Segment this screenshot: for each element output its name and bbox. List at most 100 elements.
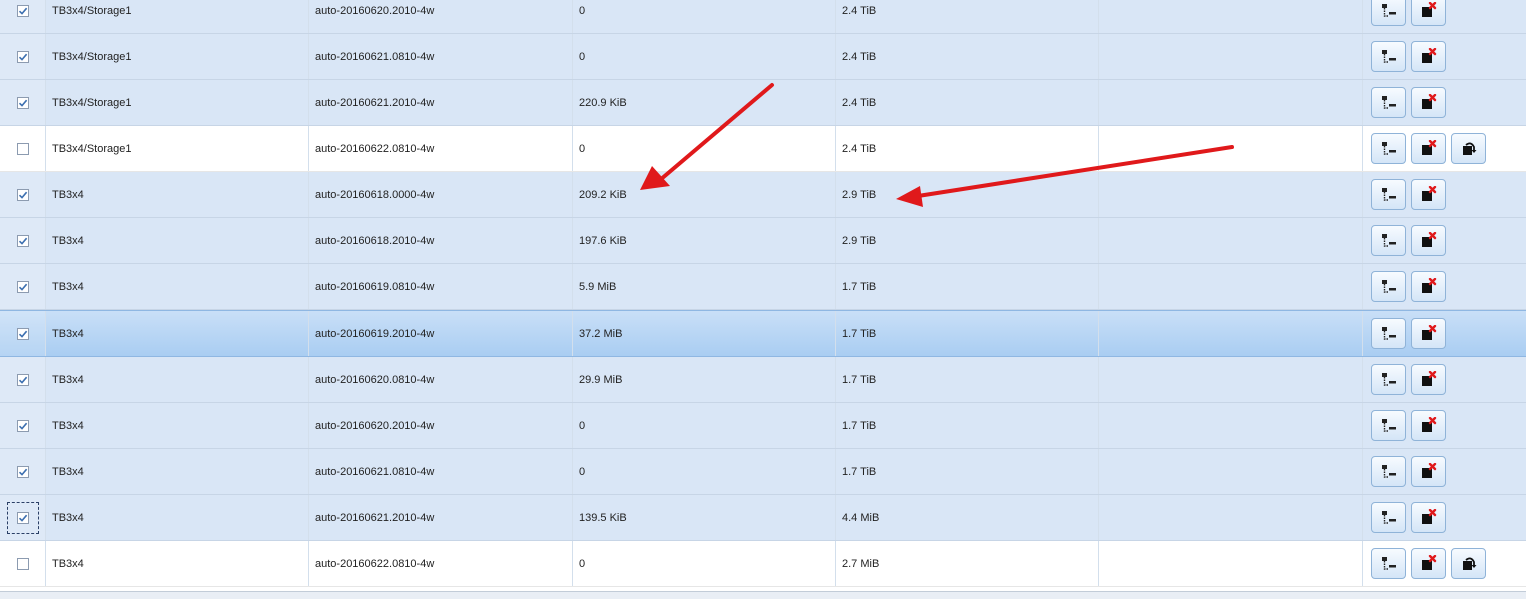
row-select-cell[interactable]	[0, 34, 46, 79]
row-checkbox[interactable]	[16, 373, 29, 386]
row-select-cell[interactable]	[0, 449, 46, 494]
used-value: 220.9 KiB	[579, 96, 627, 109]
dataset-name-cell: TB3x4	[46, 541, 309, 586]
row-select-cell[interactable]	[0, 403, 46, 448]
destroy-snapshot-button[interactable]	[1411, 410, 1446, 441]
row-select-cell[interactable]	[0, 0, 46, 33]
destroy-snapshot-button[interactable]	[1411, 318, 1446, 349]
refer-value-cell: 2.9 TiB	[836, 172, 1099, 217]
snapshot-name: auto-20160620.2010-4w	[315, 4, 435, 17]
clone-icon	[1380, 326, 1398, 342]
clone-icon	[1380, 418, 1398, 434]
table-row[interactable]: TB3x4 auto-20160621.2010-4w 139.5 KiB 4.4 M…	[0, 495, 1526, 541]
dataset-name-cell: TB3x4/Storage1	[46, 80, 309, 125]
table-row[interactable]: TB3x4/Storage1 auto-20160620.2010-4w 0 2.4 …	[0, 0, 1526, 34]
row-checkbox[interactable]	[16, 327, 29, 340]
clone-snapshot-button[interactable]	[1371, 179, 1406, 210]
destroy-snapshot-button[interactable]	[1411, 0, 1446, 26]
row-checkbox[interactable]	[16, 96, 29, 109]
clone-snapshot-button[interactable]	[1371, 271, 1406, 302]
row-select-cell[interactable]	[0, 541, 46, 586]
destroy-snapshot-button[interactable]	[1411, 364, 1446, 395]
table-row[interactable]: TB3x4 auto-20160619.0810-4w 5.9 MiB 1.7 TiB	[0, 264, 1526, 310]
table-row[interactable]: TB3x4 auto-20160620.2010-4w 0 1.7 TiB	[0, 403, 1526, 449]
clone-snapshot-button[interactable]	[1371, 318, 1406, 349]
row-select-cell[interactable]	[0, 218, 46, 263]
clone-snapshot-button[interactable]	[1371, 87, 1406, 118]
destroy-snapshot-button[interactable]	[1411, 133, 1446, 164]
row-select-cell[interactable]	[0, 311, 46, 356]
table-row[interactable]: TB3x4 auto-20160619.2010-4w 37.2 MiB 1.7 Ti…	[0, 310, 1526, 357]
destroy-icon	[1420, 508, 1438, 527]
row-actions	[1363, 495, 1526, 540]
row-checkbox[interactable]	[16, 188, 29, 201]
row-checkbox[interactable]	[16, 465, 29, 478]
destroy-snapshot-button[interactable]	[1411, 41, 1446, 72]
clone-snapshot-button[interactable]	[1371, 41, 1406, 72]
clone-snapshot-button[interactable]	[1371, 548, 1406, 579]
row-select-cell[interactable]	[0, 357, 46, 402]
used-value-cell: 139.5 KiB	[573, 495, 836, 540]
row-select-cell[interactable]	[0, 126, 46, 171]
destroy-snapshot-button[interactable]	[1411, 271, 1446, 302]
destroy-snapshot-button[interactable]	[1411, 456, 1446, 487]
row-checkbox[interactable]	[16, 557, 29, 570]
destroy-snapshot-button[interactable]	[1411, 225, 1446, 256]
row-checkbox[interactable]	[16, 280, 29, 293]
refer-value: 2.4 TiB	[842, 96, 877, 109]
table-row[interactable]: TB3x4/Storage1 auto-20160622.0810-4w 0 2.4 …	[0, 126, 1526, 172]
row-actions	[1363, 264, 1526, 309]
destroy-snapshot-button[interactable]	[1411, 502, 1446, 533]
snapshot-name-cell: auto-20160620.2010-4w	[309, 403, 573, 448]
clone-snapshot-button[interactable]	[1371, 0, 1406, 26]
clone-snapshot-button[interactable]	[1371, 225, 1406, 256]
clone-icon	[1380, 95, 1398, 111]
destroy-icon	[1420, 370, 1438, 389]
clone-snapshot-button[interactable]	[1371, 456, 1406, 487]
clone-snapshot-button[interactable]	[1371, 133, 1406, 164]
table-row[interactable]: TB3x4 auto-20160621.0810-4w 0 1.7 TiB	[0, 449, 1526, 495]
row-select-cell[interactable]	[0, 80, 46, 125]
used-value: 0	[579, 50, 586, 63]
dataset-name-cell: TB3x4	[46, 357, 309, 402]
table-row[interactable]: TB3x4/Storage1 auto-20160621.2010-4w 220.9…	[0, 80, 1526, 126]
refer-value-cell: 1.7 TiB	[836, 403, 1099, 448]
row-checkbox[interactable]	[6, 501, 39, 534]
table-row[interactable]: TB3x4 auto-20160620.0810-4w 29.9 MiB 1.7 Ti…	[0, 357, 1526, 403]
used-value: 29.9 MiB	[579, 373, 623, 386]
destroy-snapshot-button[interactable]	[1411, 179, 1446, 210]
table-row[interactable]: TB3x4 auto-20160618.2010-4w 197.6 KiB 2.9 T…	[0, 218, 1526, 264]
destroy-icon	[1420, 554, 1438, 573]
row-select-cell[interactable]	[0, 495, 46, 540]
destroy-snapshot-button[interactable]	[1411, 87, 1446, 118]
table-row[interactable]: TB3x4 auto-20160618.0000-4w 209.2 KiB 2.9 T…	[0, 172, 1526, 218]
horizontal-scrollbar[interactable]	[0, 591, 1526, 599]
empty-cell	[1099, 34, 1363, 79]
rollback-snapshot-button[interactable]	[1451, 548, 1486, 579]
dataset-name-cell: TB3x4/Storage1	[46, 126, 309, 171]
row-checkbox[interactable]	[16, 142, 29, 155]
row-actions	[1363, 403, 1526, 448]
row-actions	[1363, 80, 1526, 125]
row-checkbox[interactable]	[16, 234, 29, 247]
used-value: 209.2 KiB	[579, 188, 627, 201]
table-row[interactable]: TB3x4/Storage1 auto-20160621.0810-4w 0 2.4 …	[0, 34, 1526, 80]
row-checkbox[interactable]	[16, 50, 29, 63]
refer-value-cell: 2.4 TiB	[836, 34, 1099, 79]
destroy-snapshot-button[interactable]	[1411, 548, 1446, 579]
clone-snapshot-button[interactable]	[1371, 364, 1406, 395]
empty-cell	[1099, 311, 1363, 356]
clone-snapshot-button[interactable]	[1371, 410, 1406, 441]
row-checkbox[interactable]	[16, 4, 29, 17]
table-row[interactable]: TB3x4 auto-20160622.0810-4w 0 2.7 MiB	[0, 541, 1526, 587]
snapshot-name-cell: auto-20160620.2010-4w	[309, 0, 573, 33]
empty-cell	[1099, 80, 1363, 125]
clone-snapshot-button[interactable]	[1371, 502, 1406, 533]
rollback-snapshot-button[interactable]	[1451, 133, 1486, 164]
refer-value-cell: 2.7 MiB	[836, 541, 1099, 586]
row-checkbox[interactable]	[16, 419, 29, 432]
row-select-cell[interactable]	[0, 172, 46, 217]
clone-icon	[1380, 141, 1398, 157]
row-select-cell[interactable]	[0, 264, 46, 309]
refer-value-cell: 1.7 TiB	[836, 311, 1099, 356]
